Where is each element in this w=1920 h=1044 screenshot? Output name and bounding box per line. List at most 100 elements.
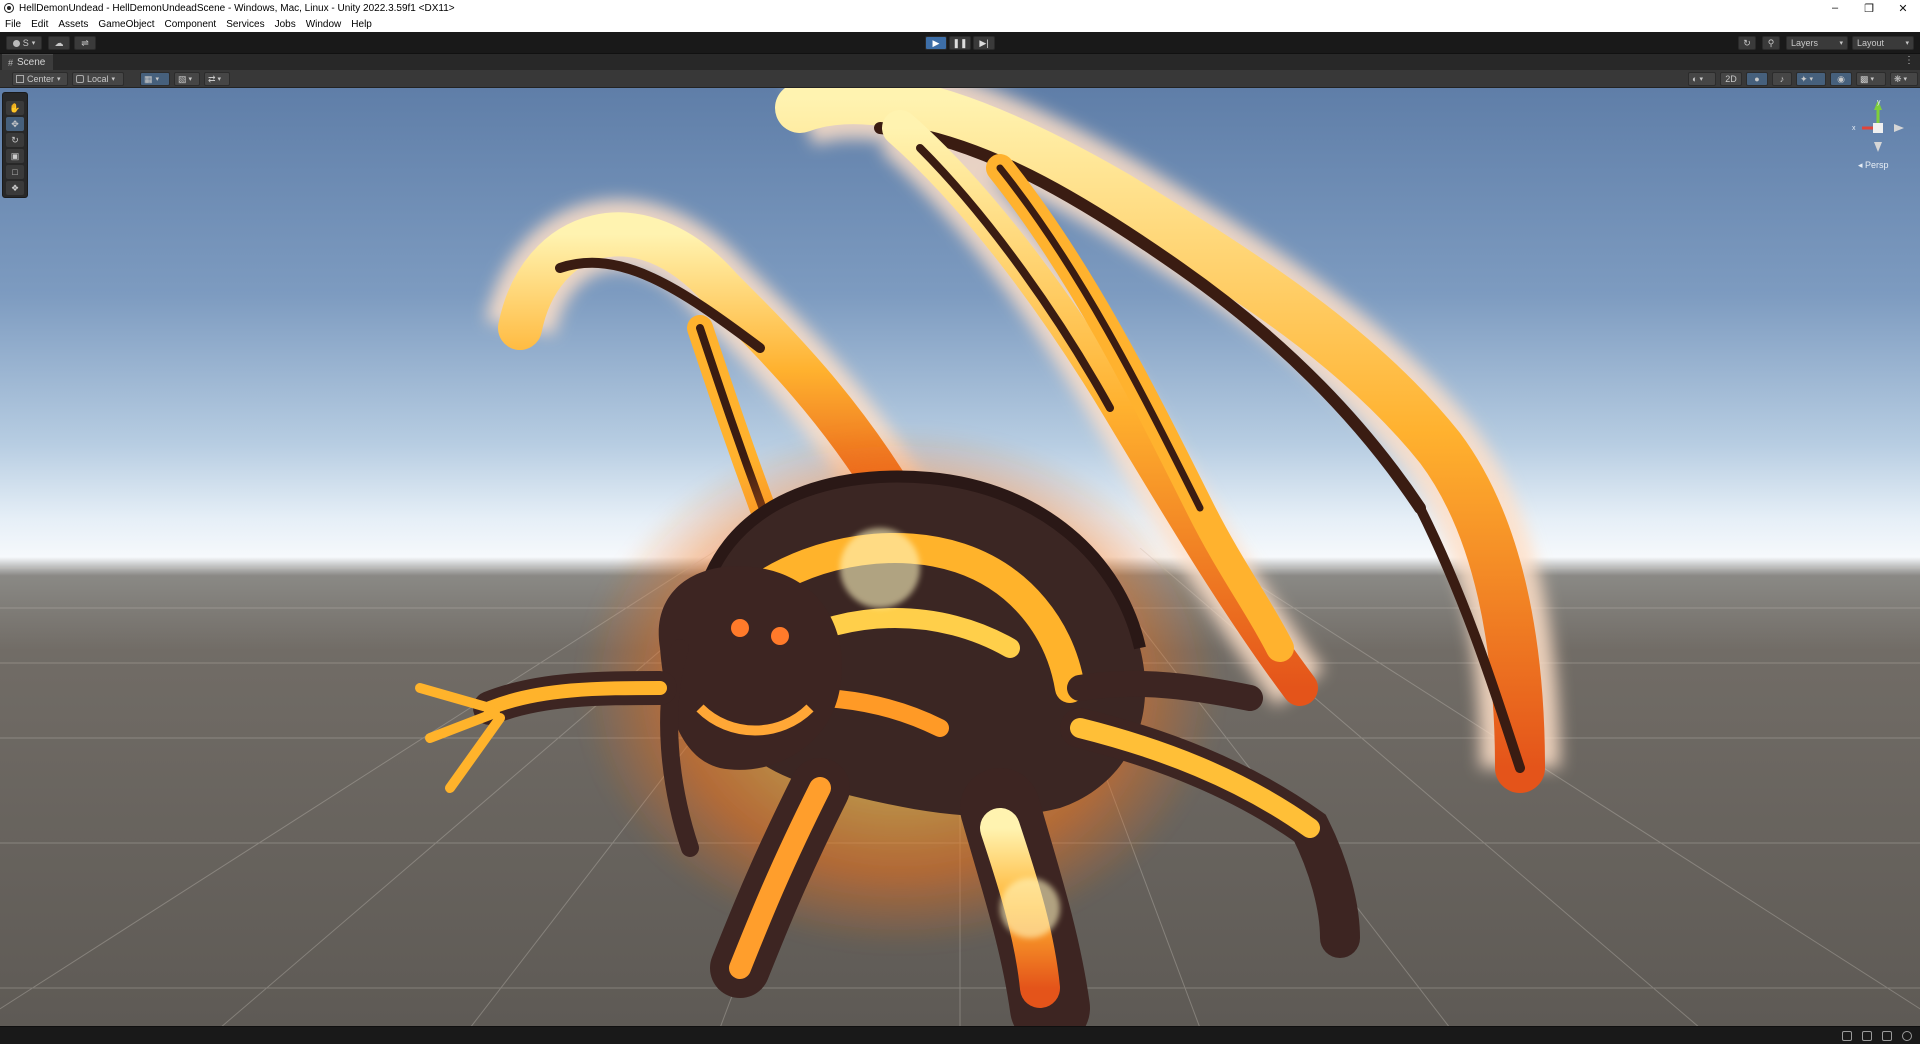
account-label: S (22, 38, 29, 48)
snap-button[interactable]: ▧ ▾ (174, 72, 200, 86)
move-icon: ✥ (11, 118, 19, 129)
2d-label: 2D (1725, 74, 1737, 84)
warning-icon[interactable] (1882, 1031, 1892, 1041)
layout-dropdown[interactable]: Layout ▾ (1852, 36, 1914, 50)
lighting-toggle-button[interactable]: ● (1746, 72, 1768, 86)
play-icon: ▶ (932, 37, 940, 48)
menu-window[interactable]: Window (301, 19, 347, 30)
chevron-down-icon: ▾ (1809, 76, 1814, 83)
menu-services[interactable]: Services (221, 19, 269, 30)
account-icon (12, 39, 20, 47)
bug-icon[interactable] (1842, 1031, 1852, 1041)
eye-slash-icon: ◉ (1837, 73, 1845, 84)
pivot-icon (16, 75, 24, 83)
transform-icon: ❖ (10, 182, 20, 193)
status-bar (0, 1026, 1920, 1044)
chevron-down-icon: ▾ (31, 40, 36, 47)
rect-tool-button[interactable]: □ (6, 165, 24, 179)
cloud-button[interactable]: ☁ (48, 36, 70, 50)
layers-dropdown[interactable]: Layers ▾ (1786, 36, 1848, 50)
account-button[interactable]: S ▾ (6, 36, 42, 50)
transform-tool-button[interactable]: ❖ (6, 181, 24, 195)
hand-icon: ✋ (9, 102, 21, 113)
hell-demon-model[interactable] (0, 88, 1920, 1026)
scene-grid-icon: # (8, 57, 14, 68)
progress-icon[interactable] (1902, 1031, 1912, 1041)
undo-history-button[interactable]: ↻ (1738, 36, 1756, 50)
grid-toggle-button[interactable]: ▦ ▾ (140, 72, 170, 86)
pivot-space-dropdown[interactable]: Local ▾ (72, 72, 124, 86)
pause-button[interactable]: ❚❚ (949, 36, 971, 50)
draw-mode-dropdown[interactable]: ◐ ▾ (1688, 72, 1716, 86)
close-icon[interactable]: ✕ (1886, 0, 1920, 16)
menu-component[interactable]: Component (160, 19, 222, 30)
more-options-icon[interactable]: ⋮ (1904, 55, 1914, 66)
scene-toolbar: Center ▾ Local ▾ ▦ ▾ ▧ ▾ ⇄ ▾ ◐ ▾ 2D ● ♪ … (0, 70, 1920, 88)
version-control-icon: ⇌ (81, 37, 89, 48)
menu-file[interactable]: File (0, 19, 26, 30)
effects-dropdown[interactable]: ✦ ▾ (1796, 72, 1826, 86)
unity-logo-icon (4, 3, 14, 13)
menu-assets[interactable]: Assets (53, 19, 93, 30)
minimize-icon[interactable]: – (1818, 0, 1852, 16)
chevron-down-icon: ▾ (155, 76, 160, 83)
build-icon[interactable] (1862, 1031, 1872, 1041)
step-icon: ▶| (979, 37, 989, 48)
restore-icon[interactable]: ❐ (1852, 0, 1886, 16)
search-button[interactable]: ⚲ (1762, 36, 1780, 50)
audio-icon: ♪ (1779, 74, 1785, 84)
chevron-down-icon: ▾ (188, 76, 193, 83)
gizmos-dropdown[interactable]: ❋ ▾ (1890, 72, 1918, 86)
projection-arrow-icon: ◂ (1858, 160, 1863, 170)
pause-icon: ❚❚ (952, 37, 968, 48)
menu-jobs[interactable]: Jobs (270, 19, 301, 30)
title-bar: HellDemonUndead - HellDemonUndeadScene -… (0, 0, 1920, 16)
menu-gameobject[interactable]: GameObject (93, 19, 159, 30)
collab-button[interactable]: ⇌ (74, 36, 96, 50)
gizmo-x-label: x (1852, 125, 1856, 132)
hand-tool-button[interactable]: ✋ (6, 101, 24, 115)
tab-scene-label: Scene (17, 57, 46, 68)
layout-label: Layout (1857, 38, 1885, 48)
shading-mode-icon: ◐ (1692, 74, 1698, 84)
camera-icon: ▩ (1860, 73, 1869, 84)
chevron-down-icon: ▾ (1905, 40, 1909, 47)
grid-icon: ▦ (144, 73, 153, 84)
camera-settings-dropdown[interactable]: ▩ ▾ (1856, 72, 1886, 86)
menu-help[interactable]: Help (346, 19, 377, 30)
scene-viewport[interactable] (0, 88, 1920, 1026)
gizmo-center-cube[interactable] (1873, 123, 1883, 133)
gizmo-neg-y-cone[interactable] (1874, 142, 1882, 152)
rotate-icon: ↻ (11, 134, 19, 145)
chevron-down-icon: ▾ (217, 76, 222, 83)
menu-bar: File Edit Assets GameObject Component Se… (0, 16, 1920, 32)
audio-toggle-button[interactable]: ♪ (1772, 72, 1792, 86)
scene-visibility-button[interactable]: ◉ (1830, 72, 1852, 86)
play-button[interactable]: ▶ (925, 36, 947, 50)
move-tool-button[interactable]: ✥ (6, 117, 24, 131)
step-button[interactable]: ▶| (973, 36, 995, 50)
gizmo-icon: ❋ (1894, 73, 1902, 84)
gizmo-y-label: y (1877, 99, 1881, 106)
pivot-mode-label: Center (27, 74, 55, 84)
rotate-tool-button[interactable]: ↻ (6, 133, 24, 147)
tool-palette: ✋ ✥ ↻ ▣ □ ❖ (2, 92, 28, 198)
cloud-icon: ☁ (54, 37, 64, 48)
window-controls: – ❐ ✕ (1818, 0, 1920, 16)
menu-edit[interactable]: Edit (26, 19, 53, 30)
window-title: HellDemonUndead - HellDemonUndeadScene -… (19, 2, 455, 14)
increment-snap-icon: ⇄ (208, 73, 216, 84)
chevron-down-icon: ▾ (57, 76, 61, 83)
scale-tool-button[interactable]: ▣ (6, 149, 24, 163)
pivot-mode-dropdown[interactable]: Center ▾ (12, 72, 68, 86)
chevron-down-icon: ▾ (1699, 76, 1703, 83)
chevron-down-icon: ▾ (1870, 76, 1875, 83)
2d-toggle-button[interactable]: 2D (1720, 72, 1742, 86)
chevron-down-icon: ▾ (111, 76, 116, 83)
chevron-down-icon: ▾ (1839, 40, 1843, 47)
increment-snap-button[interactable]: ⇄ ▾ (204, 72, 230, 86)
projection-toggle[interactable]: ◂ Persp (1858, 160, 1889, 171)
gizmo-neg-x-cone[interactable] (1894, 124, 1904, 132)
tab-scene[interactable]: # Scene (2, 54, 54, 70)
light-bulb-icon: ● (1754, 74, 1760, 84)
